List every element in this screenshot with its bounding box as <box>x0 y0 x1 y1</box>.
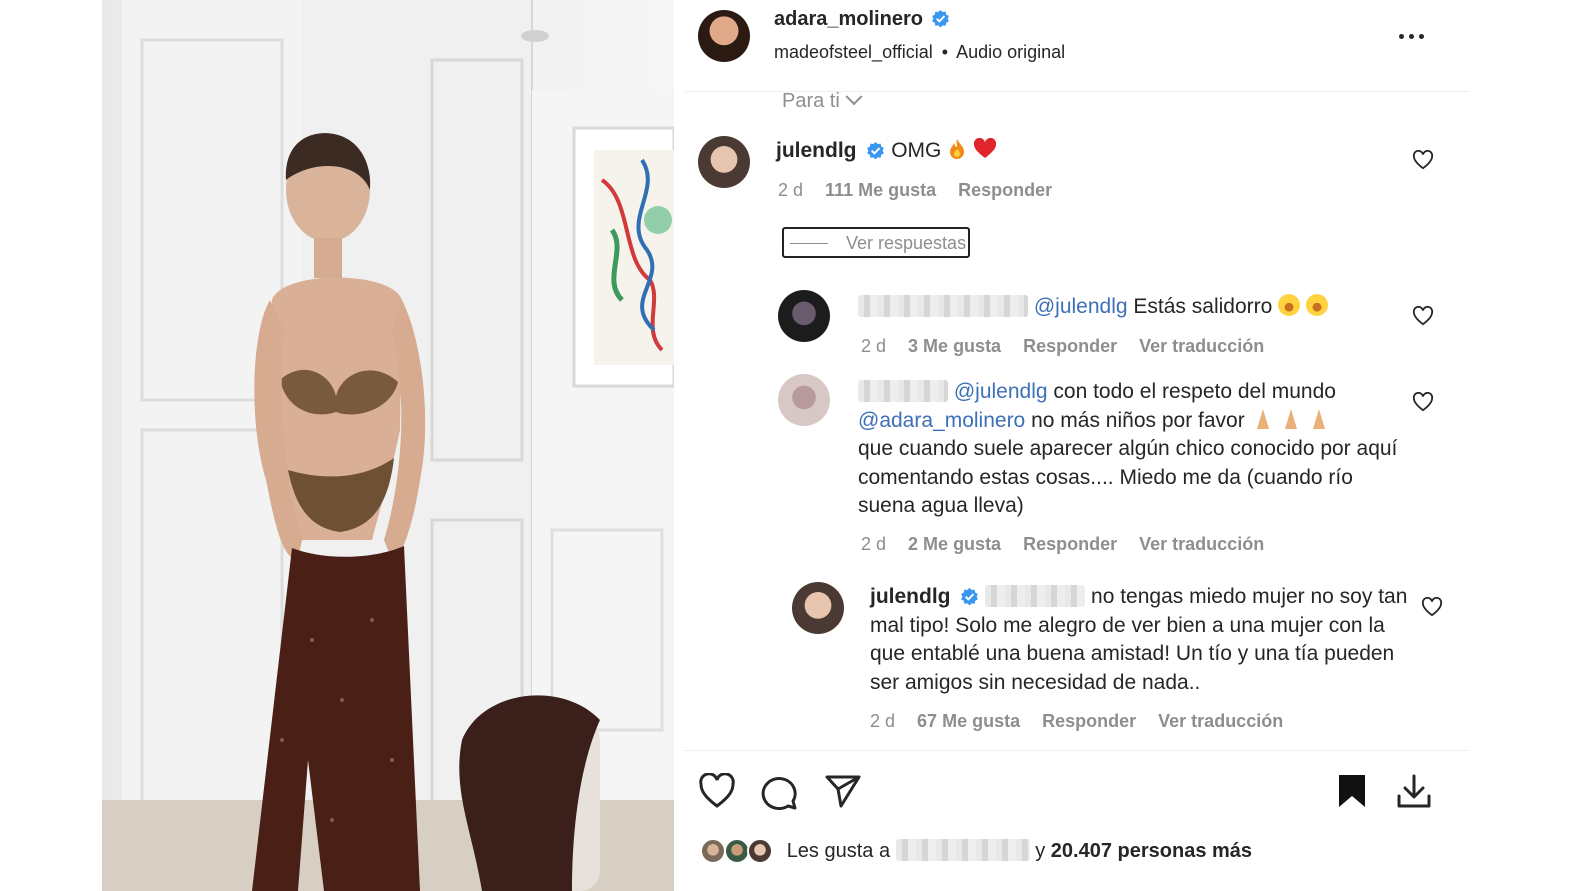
comment-text: con todo el respeto del mundo <box>1053 380 1336 403</box>
comment-time: 2 d <box>861 336 887 356</box>
comment-3: @julendlg con todo el respeto del mundo … <box>858 378 1413 521</box>
reply-button[interactable]: Responder <box>1023 336 1117 356</box>
folded-hands-emoji-icon <box>1256 408 1325 429</box>
translate-button[interactable]: Ver traducción <box>1158 711 1283 731</box>
author-avatar[interactable] <box>698 10 750 62</box>
comment-text: Estás salidorro <box>1133 295 1273 318</box>
comment-text: no tengas miedo mujer no soy tan mal tip… <box>870 585 1408 694</box>
bookmark-icon[interactable] <box>1336 773 1368 809</box>
liker-avatar <box>747 838 774 864</box>
actions-divider <box>684 750 1469 751</box>
laughing-emoji-icon <box>1278 294 1301 316</box>
view-replies-label: Ver respuestas <box>846 233 967 253</box>
verified-badge-icon <box>961 587 979 606</box>
reply-button[interactable]: Responder <box>958 180 1052 200</box>
comment-mention[interactable]: @adara_molinero <box>858 409 1025 432</box>
reply-button[interactable]: Responder <box>1023 534 1117 554</box>
likes-summary[interactable]: Les gusta a y 20.407 personas más <box>700 838 1252 864</box>
comment-time: 2 d <box>870 711 896 731</box>
likes-count[interactable]: 20.407 personas más <box>1051 840 1252 862</box>
heart-icon[interactable] <box>1412 392 1434 412</box>
comments-filter-label: Para ti <box>782 90 840 112</box>
heart-icon[interactable] <box>1412 150 1434 170</box>
likes-suffix: y <box>1035 840 1046 862</box>
comment-mention[interactable]: @julendlg <box>1034 295 1128 318</box>
comment-username[interactable]: julendlg <box>776 139 857 162</box>
verified-badge-icon <box>932 9 950 28</box>
heart-icon[interactable] <box>698 773 736 809</box>
view-replies-button[interactable]: Ver respuestas <box>782 227 970 258</box>
verified-badge-icon <box>867 141 885 160</box>
comment-text: OMG <box>891 139 942 162</box>
post-header: adara_molinero madeofsteel_official • Au… <box>684 0 1469 92</box>
comment-4: julendlg no tengas miedo mujer no soy ta… <box>870 583 1410 697</box>
comment-likes[interactable]: 3 Me gusta <box>908 336 1001 356</box>
translate-button[interactable]: Ver traducción <box>1139 336 1264 356</box>
chevron-down-icon <box>845 88 863 106</box>
comment-2: @julendlg Estás salidorro <box>858 293 1328 322</box>
comment-text: no más niños por favor <box>1031 408 1245 432</box>
red-heart-emoji-icon <box>973 137 997 158</box>
reply-button[interactable]: Responder <box>1042 711 1136 731</box>
likes-prefix: Les gusta a <box>786 840 891 862</box>
comment-avatar[interactable] <box>698 136 750 188</box>
download-icon[interactable] <box>1396 773 1432 809</box>
more-options-icon[interactable] <box>1391 22 1431 50</box>
liker-avatar <box>723 838 750 864</box>
audio-source-link[interactable]: madeofsteel_official <box>774 42 933 62</box>
heart-icon[interactable] <box>1421 597 1443 617</box>
post-media[interactable] <box>102 0 674 891</box>
comment-1-meta: 2 d 111 Me gusta Responder <box>778 180 1069 201</box>
comment-time: 2 d <box>778 180 804 200</box>
audio-separator: • <box>941 42 949 62</box>
comments-filter[interactable]: Para ti <box>782 88 863 113</box>
blurred-liker-name <box>895 839 1030 861</box>
share-icon[interactable] <box>824 773 862 809</box>
author-username[interactable]: adara_molinero <box>774 8 923 30</box>
post-panel: adara_molinero madeofsteel_official • Au… <box>684 0 1469 891</box>
fire-emoji-icon <box>950 139 965 159</box>
comment-avatar[interactable] <box>778 374 830 426</box>
comment-likes[interactable]: 111 Me gusta <box>825 180 936 200</box>
liker-avatar <box>700 838 726 864</box>
comment-text: que cuando suele aparecer algún chico co… <box>858 437 1398 517</box>
comment-time: 2 d <box>861 534 887 554</box>
post-media-illustration <box>102 0 674 891</box>
comment-mention[interactable]: @julendlg <box>954 380 1048 403</box>
comment-likes[interactable]: 2 Me gusta <box>908 534 1001 554</box>
comment-icon[interactable] <box>760 773 798 811</box>
comment-2-meta: 2 d 3 Me gusta Responder Ver traducción <box>861 336 1281 357</box>
laughing-emoji-icon <box>1305 294 1328 316</box>
blurred-username <box>858 380 948 402</box>
comment-4-meta: 2 d 67 Me gusta Responder Ver traducción <box>870 711 1300 732</box>
comment-likes[interactable]: 67 Me gusta <box>917 711 1020 731</box>
comment-username[interactable]: julendlg <box>870 585 951 608</box>
comment-avatar[interactable] <box>792 582 844 634</box>
comment-3-meta: 2 d 2 Me gusta Responder Ver traducción <box>861 534 1281 555</box>
audio-label-link[interactable]: Audio original <box>956 42 1065 62</box>
heart-icon[interactable] <box>1412 306 1434 326</box>
blurred-username <box>858 295 1028 317</box>
comment-avatar[interactable] <box>778 290 830 342</box>
comment-1: julendlg OMG <box>776 137 997 166</box>
translate-button[interactable]: Ver traducción <box>1139 534 1264 554</box>
blurred-mention <box>985 585 1086 607</box>
